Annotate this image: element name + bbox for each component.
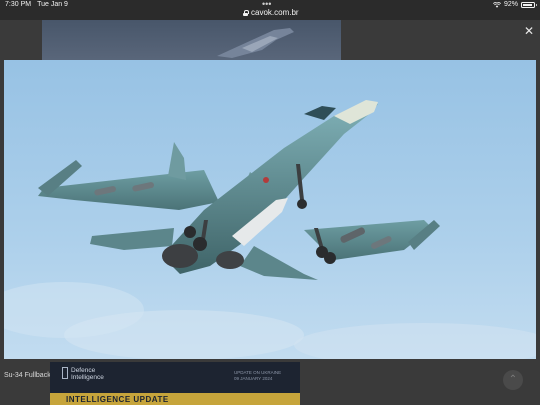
banner-org-line2: Intelligence (71, 374, 104, 381)
defence-intelligence-logo: Defence Intelligence (62, 367, 104, 381)
address-bar[interactable]: cavok.com.br (243, 8, 299, 17)
status-indicators: 92% (492, 1, 537, 8)
banner-date-line1: Update on Ukraine (234, 370, 282, 375)
lightbox-photo (4, 60, 536, 359)
aircraft-image (4, 60, 536, 359)
crest-icon (62, 367, 68, 379)
background-article-image (42, 20, 341, 60)
photo-caption: Su-34 Fullback. (4, 372, 53, 379)
banner-date: Update on Ukraine 09 January 2024 (234, 370, 281, 382)
banner-org-line1: Defence (71, 367, 96, 374)
status-bar: 7:30 PM Tue Jan 9 ••• cavok.com.br 92% (0, 0, 540, 20)
banner-title: INTELLIGENCE UPDATE (66, 395, 169, 404)
wifi-icon (492, 1, 501, 8)
banner-strip: INTELLIGENCE UPDATE (50, 393, 300, 405)
intelligence-update-banner[interactable]: Defence Intelligence Update on Ukraine 0… (50, 362, 300, 405)
lock-icon (243, 9, 249, 16)
scroll-to-top-button[interactable]: ⌃ (503, 370, 523, 390)
close-button[interactable]: ✕ (522, 24, 536, 38)
battery-percent: 92% (503, 1, 518, 8)
status-date: Tue Jan 9 (37, 1, 68, 8)
status-time-group: 7:30 PM Tue Jan 9 (5, 1, 68, 8)
banner-date-line2: 09 January 2024 (234, 376, 273, 381)
battery-icon (521, 1, 537, 8)
address-url: cavok.com.br (251, 8, 299, 17)
status-time: 7:30 PM (5, 1, 32, 8)
